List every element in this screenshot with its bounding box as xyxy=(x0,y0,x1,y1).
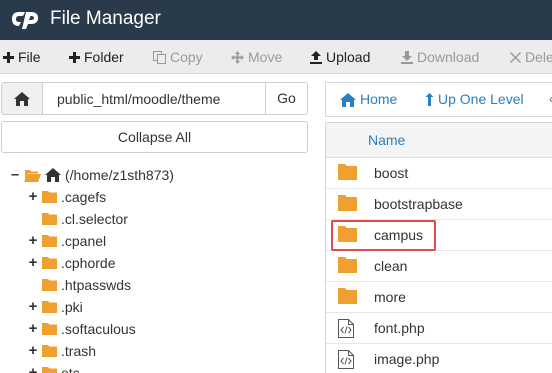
tree-item[interactable]: + etc xyxy=(28,362,80,373)
tree-item-label: .cphorde xyxy=(61,255,116,271)
tree-item-label: .cpanel xyxy=(61,233,107,249)
file-name: boost xyxy=(374,165,409,181)
campus-highlight-box xyxy=(331,220,436,251)
toolbar: File Folder Copy Move Upload Download De… xyxy=(0,40,552,74)
file-name: image.php xyxy=(374,351,440,367)
upload-button[interactable]: Upload xyxy=(310,40,370,74)
tree-item-label: etc xyxy=(61,365,80,373)
copy-icon xyxy=(153,50,166,64)
folder-icon xyxy=(338,288,357,304)
folder-icon xyxy=(42,301,57,313)
tree-item[interactable]: + .softaculous xyxy=(28,318,136,340)
upload-icon xyxy=(310,50,322,64)
folder-icon xyxy=(42,191,57,203)
folder-icon xyxy=(42,257,57,269)
cpanel-logo-icon xyxy=(12,12,38,29)
expand-toggle-icon[interactable]: + xyxy=(28,189,38,204)
copy-label: Copy xyxy=(170,49,203,65)
tree-item[interactable]: + .pki xyxy=(28,296,83,318)
tree-item-label: .trash xyxy=(61,343,97,359)
tree-item[interactable]: .cl.selector xyxy=(42,208,128,230)
collapse-all-button[interactable]: Collapse All xyxy=(1,121,308,153)
tree-item[interactable]: .htpasswds xyxy=(42,274,131,296)
plus-icon xyxy=(69,51,80,63)
download-label: Download xyxy=(417,49,480,65)
up-one-level-link[interactable]: Up One Level xyxy=(425,83,524,116)
move-label: Move xyxy=(248,49,283,65)
move-icon xyxy=(231,50,244,64)
tree-item[interactable]: + .cagefs xyxy=(28,186,107,208)
home-icon xyxy=(340,92,356,107)
tree-root-label: (/home/z1sth873) xyxy=(65,167,174,183)
nav-home-link[interactable]: Home xyxy=(340,83,397,116)
file-row[interactable]: image.php xyxy=(326,344,552,373)
app-header: File Manager xyxy=(0,0,552,40)
app-title: File Manager xyxy=(50,8,161,29)
expand-toggle-icon[interactable]: + xyxy=(28,343,38,358)
folder-icon xyxy=(42,367,57,373)
folder-icon xyxy=(42,213,57,225)
tree-item[interactable]: + .cpanel xyxy=(28,230,107,252)
go-button[interactable]: Go xyxy=(265,82,308,115)
folder-icon xyxy=(42,323,57,335)
folder-icon xyxy=(338,164,357,180)
plus-icon xyxy=(3,51,14,63)
new-folder-label: Folder xyxy=(84,49,124,65)
php-file-icon xyxy=(338,350,354,369)
expand-toggle-icon[interactable]: + xyxy=(28,255,38,270)
file-row[interactable]: bootstrapbase xyxy=(326,189,552,220)
file-row[interactable]: boost xyxy=(326,158,552,189)
folder-icon xyxy=(42,345,57,357)
tree-item-label: .pki xyxy=(61,299,83,315)
new-file-button[interactable]: File xyxy=(3,40,41,74)
column-header-label: Name xyxy=(368,132,406,148)
php-file-icon xyxy=(338,319,354,338)
up-one-level-label: Up One Level xyxy=(438,91,524,107)
directory-tree: – (/home/z1sth873) + .cagefs .cl.selecto… xyxy=(0,163,320,373)
file-name: bootstrapbase xyxy=(374,196,463,212)
folder-icon xyxy=(338,257,357,273)
delete-label: Dele xyxy=(525,49,552,65)
home-icon xyxy=(14,91,30,106)
home-directory-button[interactable] xyxy=(1,82,43,115)
move-button[interactable]: Move xyxy=(231,40,282,74)
file-row[interactable]: font.php xyxy=(326,313,552,344)
expand-toggle-icon[interactable]: + xyxy=(28,321,38,336)
tree-item[interactable]: + .cphorde xyxy=(28,252,116,274)
expand-toggle-icon[interactable]: + xyxy=(28,233,38,248)
file-name: more xyxy=(374,289,406,305)
tree-root[interactable]: – (/home/z1sth873) xyxy=(10,164,174,186)
delete-icon xyxy=(510,51,521,63)
download-button[interactable]: Download xyxy=(401,40,479,74)
file-name: clean xyxy=(374,258,408,274)
download-icon xyxy=(401,50,413,64)
copy-button[interactable]: Copy xyxy=(153,40,203,74)
upload-label: Upload xyxy=(326,49,371,65)
column-header-name[interactable]: Name xyxy=(326,123,552,158)
new-folder-button[interactable]: Folder xyxy=(69,40,124,74)
folder-icon xyxy=(338,195,357,211)
home-icon xyxy=(45,168,61,182)
path-input[interactable] xyxy=(42,82,266,115)
folder-open-icon xyxy=(24,169,41,182)
nav-home-label: Home xyxy=(360,91,398,107)
tree-item-label: .cagefs xyxy=(61,189,107,205)
tree-item[interactable]: + .trash xyxy=(28,340,96,362)
folder-icon xyxy=(42,279,57,291)
tree-item-label: .cl.selector xyxy=(61,211,128,227)
file-name: font.php xyxy=(374,320,425,336)
level-up-icon xyxy=(425,93,434,106)
folder-icon xyxy=(42,235,57,247)
file-nav-bar: Home Up One Level ‹ xyxy=(325,82,552,117)
delete-button[interactable]: Dele xyxy=(510,40,552,74)
expand-toggle-icon[interactable]: + xyxy=(28,299,38,314)
new-file-label: File xyxy=(18,49,41,65)
file-row[interactable]: clean xyxy=(326,251,552,282)
tree-item-label: .htpasswds xyxy=(61,277,132,293)
tree-item-label: .softaculous xyxy=(61,321,136,337)
expand-toggle-icon[interactable]: + xyxy=(28,365,38,373)
file-row[interactable]: more xyxy=(326,282,552,313)
collapse-toggle-icon[interactable]: – xyxy=(10,167,20,182)
